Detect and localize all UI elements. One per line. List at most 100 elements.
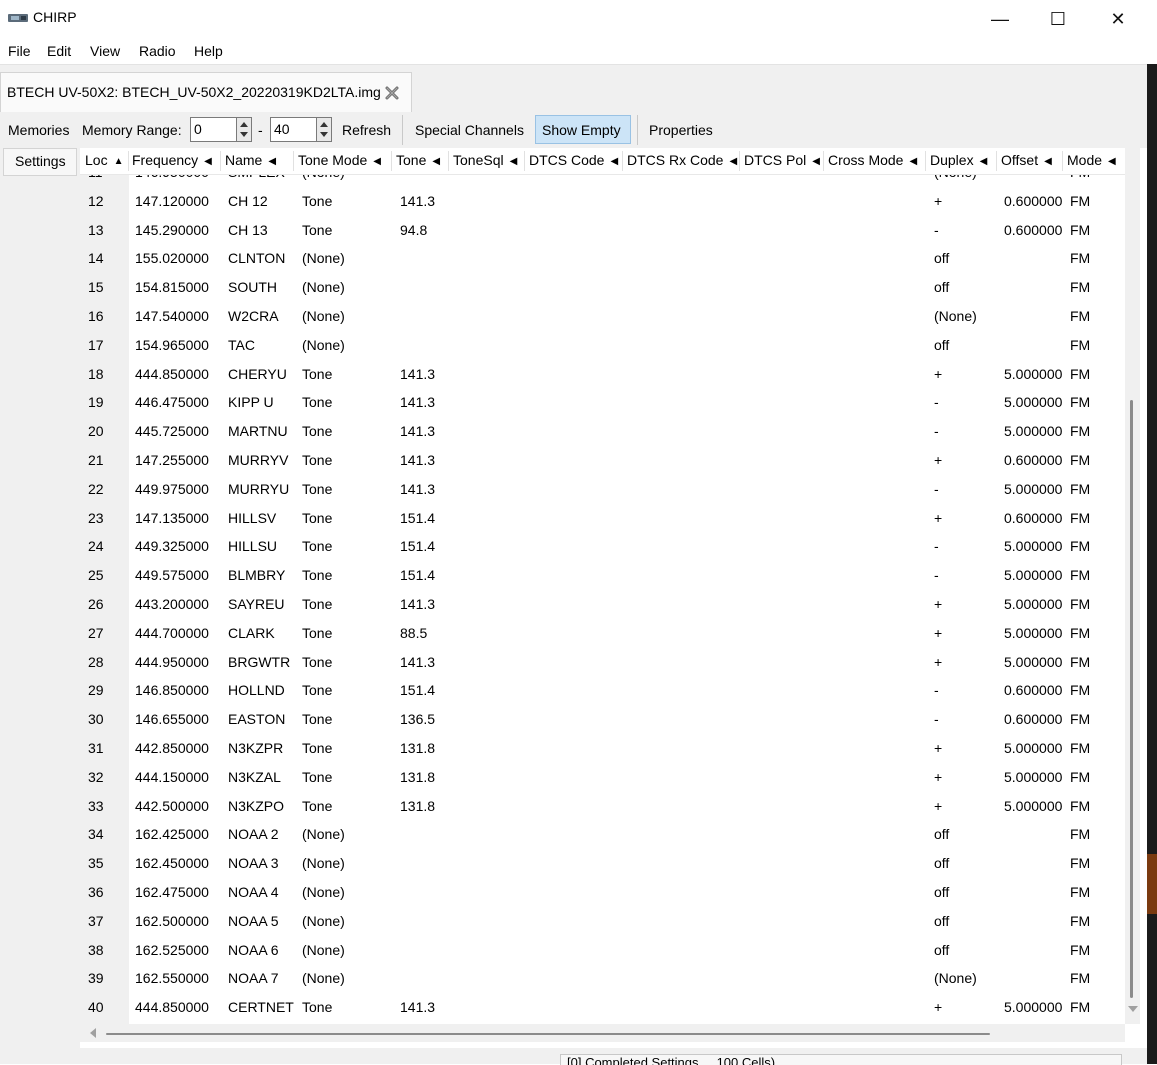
cell-tone[interactable]: 131.8 [400, 798, 435, 814]
cell-duplex[interactable]: - [934, 481, 939, 497]
range-end-spinner[interactable]: 40 [270, 117, 332, 142]
cell-loc[interactable]: 36 [88, 884, 104, 900]
cell-tone[interactable]: 151.4 [400, 510, 435, 526]
cell-offset[interactable]: 5.000000 [1004, 423, 1062, 439]
scroll-down-icon[interactable] [1128, 1006, 1138, 1012]
cell-tone-mode[interactable]: (None) [302, 970, 345, 986]
cell-tone-mode[interactable]: Tone [302, 452, 332, 468]
cell-loc[interactable]: 35 [88, 855, 104, 871]
cell-frequency[interactable]: 449.975000 [135, 481, 209, 497]
cell-mode[interactable]: FM [1070, 193, 1090, 209]
cell-mode[interactable]: FM [1070, 798, 1090, 814]
cell-mode[interactable]: FM [1070, 567, 1090, 583]
column-header-name[interactable]: Name ◀ [225, 152, 276, 168]
cell-frequency[interactable]: 445.725000 [135, 423, 209, 439]
table-row[interactable]: 24 449.325000 HILLSU Tone 151.4 - 5.000000 FM [80, 532, 1125, 561]
cell-duplex[interactable]: - [934, 423, 939, 439]
cell-frequency[interactable]: 444.700000 [135, 625, 209, 641]
cell-loc[interactable]: 39 [88, 970, 104, 986]
table-row[interactable]: 38 162.525000 NOAA 6 (None) off FM [80, 936, 1125, 965]
cell-mode[interactable]: FM [1070, 366, 1090, 382]
cell-name[interactable]: N3KZPR [228, 740, 283, 756]
table-row[interactable]: 15 154.815000 SOUTH (None) off FM [80, 273, 1125, 302]
cell-loc[interactable]: 14 [88, 250, 104, 266]
cell-name[interactable]: CERTNET [228, 999, 294, 1015]
cell-mode[interactable]: FM [1070, 682, 1090, 698]
cell-offset[interactable]: 5.000000 [1004, 654, 1062, 670]
cell-tone[interactable]: 88.5 [400, 625, 427, 641]
cell-frequency[interactable]: 443.200000 [135, 596, 209, 612]
cell-tone[interactable]: 141.3 [400, 654, 435, 670]
cell-name[interactable]: NOAA 7 [228, 970, 279, 986]
cell-mode[interactable]: FM [1070, 510, 1090, 526]
table-row[interactable]: 35 162.450000 NOAA 3 (None) off FM [80, 849, 1125, 878]
column-header-tone[interactable]: Tone ◀ [396, 152, 440, 168]
close-tab-icon[interactable] [384, 85, 400, 101]
cell-mode[interactable]: FM [1070, 423, 1090, 439]
menu-file[interactable]: File [8, 43, 31, 59]
cell-name[interactable]: NOAA 4 [228, 884, 279, 900]
cell-name[interactable]: KIPP U [228, 394, 274, 410]
column-header-tone-mode[interactable]: Tone Mode ◀ [298, 152, 381, 168]
cell-duplex[interactable]: + [934, 193, 942, 209]
cell-tone-mode[interactable]: (None) [302, 942, 345, 958]
cell-name[interactable]: N3KZPO [228, 798, 284, 814]
cell-loc[interactable]: 12 [88, 193, 104, 209]
cell-name[interactable]: EASTON [228, 711, 285, 727]
menu-view[interactable]: View [90, 43, 120, 59]
cell-offset[interactable]: 0.600000 [1004, 711, 1062, 727]
column-separator[interactable] [524, 151, 525, 171]
cell-name[interactable]: MARTNU [228, 423, 288, 439]
column-header-cross-mode[interactable]: Cross Mode ◀ [828, 152, 917, 168]
table-row[interactable]: 32 444.150000 N3KZAL Tone 131.8 +5.000000 FM [80, 763, 1125, 792]
cell-duplex[interactable]: off [934, 942, 949, 958]
column-header-duplex[interactable]: Duplex ◀ [930, 152, 987, 168]
cell-mode[interactable]: FM [1070, 250, 1090, 266]
cell-name[interactable]: BLMBRY [228, 567, 285, 583]
cell-duplex[interactable]: - [934, 682, 939, 698]
cell-tone[interactable]: 141.3 [400, 999, 435, 1015]
cell-offset[interactable]: 5.000000 [1004, 481, 1062, 497]
cell-mode[interactable]: FM [1070, 654, 1090, 670]
column-header-dtcs-pol[interactable]: DTCS Pol ◀ [744, 152, 820, 168]
cell-duplex[interactable]: off [934, 884, 949, 900]
table-row[interactable]: 28 444.950000 BRGWTR Tone 141.3 +5.000000 FM [80, 648, 1125, 677]
cell-tone-mode[interactable]: (None) [302, 279, 345, 295]
cell-duplex[interactable]: + [934, 769, 942, 785]
cell-duplex[interactable]: - [934, 222, 939, 238]
cell-loc[interactable]: 22 [88, 481, 104, 497]
cell-duplex[interactable]: - [934, 567, 939, 583]
cell-duplex[interactable]: off [934, 250, 949, 266]
cell-frequency[interactable]: 162.425000 [135, 826, 209, 842]
cell-tone-mode[interactable]: (None) [302, 855, 345, 871]
cell-frequency[interactable]: 147.135000 [135, 510, 209, 526]
cell-frequency[interactable]: 442.850000 [135, 740, 209, 756]
cell-loc[interactable]: 19 [88, 394, 104, 410]
cell-frequency[interactable]: 446.475000 [135, 394, 209, 410]
cell-tone-mode[interactable]: Tone [302, 740, 332, 756]
cell-mode[interactable]: FM [1070, 538, 1090, 554]
cell-tone[interactable]: 131.8 [400, 740, 435, 756]
cell-loc[interactable]: 40 [88, 999, 104, 1015]
cell-duplex[interactable]: + [934, 452, 942, 468]
cell-loc[interactable]: 17 [88, 337, 104, 353]
cell-tone-mode[interactable]: Tone [302, 423, 332, 439]
cell-tone-mode[interactable]: (None) [302, 913, 345, 929]
cell-tone-mode[interactable]: Tone [302, 394, 332, 410]
cell-mode[interactable]: FM [1070, 337, 1090, 353]
cell-mode[interactable]: FM [1070, 625, 1090, 641]
cell-name[interactable]: BRGWTR [228, 654, 290, 670]
column-separator[interactable] [391, 151, 392, 171]
cell-name[interactable]: N3KZAL [228, 769, 281, 785]
cell-tone-mode[interactable]: Tone [302, 193, 332, 209]
range-end-stepper[interactable] [316, 118, 331, 141]
cell-loc[interactable]: 18 [88, 366, 104, 382]
minimize-button[interactable]: — [971, 0, 1029, 38]
cell-frequency[interactable]: 442.500000 [135, 798, 209, 814]
cell-loc[interactable]: 29 [88, 682, 104, 698]
cell-duplex[interactable]: off [934, 826, 949, 842]
settings-tab[interactable]: Settings [3, 148, 77, 176]
menu-radio[interactable]: Radio [139, 43, 176, 59]
cell-mode[interactable]: FM [1070, 769, 1090, 785]
cell-offset[interactable]: 5.000000 [1004, 366, 1062, 382]
